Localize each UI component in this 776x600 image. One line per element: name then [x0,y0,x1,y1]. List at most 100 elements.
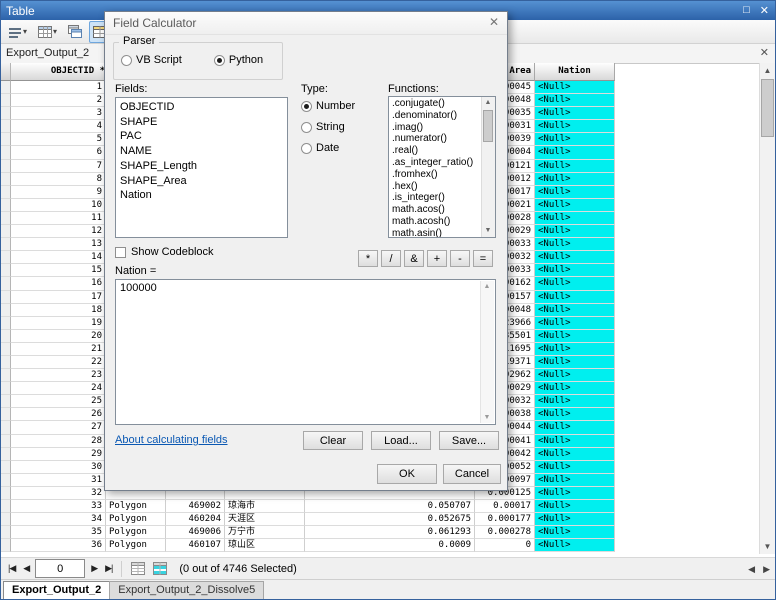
row-selector[interactable] [1,133,11,146]
row-selector[interactable] [1,369,11,382]
dialog-close-icon[interactable]: ✕ [489,15,499,29]
fields-list[interactable]: OBJECTIDSHAPEPACNAMESHAPE_LengthSHAPE_Ar… [115,97,288,238]
scroll-down-icon[interactable]: ▼ [481,412,493,423]
move-first-button[interactable]: |◀ [6,563,17,574]
tab-close-icon[interactable]: ✕ [760,46,769,59]
row-selector[interactable] [1,474,11,487]
table-row[interactable]: 35Polygon469006万宁市0.0612930.000278<Null> [1,526,615,539]
scrollbar-thumb[interactable] [483,110,493,142]
expression-input[interactable]: 100000 ▲ ▼ [115,279,496,425]
row-selector[interactable] [1,173,11,186]
row-selector[interactable] [1,199,11,212]
parser-option[interactable]: VB Script [121,54,182,66]
header-nation[interactable]: Nation [535,63,615,81]
move-previous-button[interactable]: ◀ [21,563,31,574]
function-item[interactable]: .imag() [389,122,482,134]
function-item[interactable]: .hex() [389,181,482,193]
function-item[interactable]: math.acos() [389,204,482,216]
row-selector[interactable] [1,513,11,526]
table-options-button[interactable]: ▾ [4,21,31,43]
scroll-up-icon[interactable]: ▲ [482,97,494,109]
row-selector[interactable] [1,186,11,199]
operator-button[interactable]: * [358,250,378,267]
header-objectid[interactable]: OBJECTID * [11,63,106,81]
row-selector[interactable] [1,160,11,173]
operator-button[interactable]: = [473,250,493,267]
row-selector[interactable] [1,487,11,500]
table-vertical-scrollbar[interactable]: ▲ ▼ [759,63,775,554]
scroll-left-icon[interactable]: ◀ [748,564,755,575]
row-selector[interactable] [1,435,11,448]
save-button[interactable]: Save... [439,431,499,450]
row-selector[interactable] [1,539,11,552]
row-selector[interactable] [1,356,11,369]
row-selector[interactable] [1,94,11,107]
row-selector[interactable] [1,500,11,513]
field-item[interactable]: PAC [116,129,287,144]
operator-button[interactable]: & [404,250,424,267]
field-item[interactable]: SHAPE [116,115,287,130]
parser-option[interactable]: Python [214,54,263,66]
load-button[interactable]: Load... [371,431,431,450]
row-selector[interactable] [1,526,11,539]
table-row[interactable]: 33Polygon469002琼海市0.0507070.00017<Null> [1,500,615,513]
clear-button[interactable]: Clear [303,431,363,450]
table-row[interactable]: 36Polygon460107琼山区0.00090<Null> [1,539,615,552]
cancel-button[interactable]: Cancel [443,464,501,484]
function-item[interactable]: math.acosh() [389,216,482,228]
row-selector[interactable] [1,264,11,277]
row-selector[interactable] [1,120,11,133]
scroll-up-icon[interactable]: ▲ [481,281,493,292]
move-last-button[interactable]: ▶| [103,563,114,574]
field-item[interactable]: Nation [116,188,287,203]
functions-list[interactable]: .conjugate().denominator().imag().numera… [388,96,496,238]
ok-button[interactable]: OK [377,464,437,484]
row-selector[interactable] [1,251,11,264]
row-selector[interactable] [1,81,11,94]
table-row[interactable]: 34Polygon460204天涯区0.0526750.000177<Null> [1,513,615,526]
row-selector[interactable] [1,330,11,343]
show-selected-records-button[interactable] [151,560,169,577]
row-selector[interactable] [1,304,11,317]
row-selector[interactable] [1,421,11,434]
row-selector[interactable] [1,146,11,159]
scrollbar-thumb[interactable] [761,79,774,137]
type-option[interactable]: String [301,121,355,133]
row-selector[interactable] [1,107,11,120]
function-item[interactable]: .denominator() [389,110,482,122]
tab-export-output-2[interactable]: Export_Output_2 [6,47,89,59]
type-option[interactable]: Date [301,142,355,154]
expression-scrollbar[interactable]: ▲ ▼ [480,281,494,423]
bottom-tab[interactable]: Export_Output_2_Dissolve5 [109,581,264,600]
operator-button[interactable]: / [381,250,401,267]
function-item[interactable]: .conjugate() [389,98,482,110]
scroll-down-icon[interactable]: ▼ [482,225,494,237]
row-selector[interactable] [1,448,11,461]
type-option[interactable]: Number [301,100,355,112]
scroll-right-icon[interactable]: ▶ [763,564,770,575]
functions-scrollbar[interactable]: ▲ ▼ [481,97,495,237]
row-selector[interactable] [1,225,11,238]
field-item[interactable]: OBJECTID [116,100,287,115]
show-codeblock-checkbox[interactable]: Show Codeblock [115,246,214,258]
row-selector[interactable] [1,395,11,408]
operator-button[interactable]: - [450,250,470,267]
maximize-icon[interactable]: □ [743,4,750,17]
row-selector[interactable] [1,408,11,421]
row-selector[interactable] [1,291,11,304]
row-selector[interactable] [1,343,11,356]
operator-button[interactable]: + [427,250,447,267]
row-selector[interactable] [1,277,11,290]
row-selector[interactable] [1,238,11,251]
function-item[interactable]: .as_integer_ratio() [389,157,482,169]
move-next-button[interactable]: ▶ [89,563,99,574]
row-selector[interactable] [1,212,11,225]
about-calculating-fields-link[interactable]: About calculating fields [115,434,228,446]
row-selector[interactable] [1,317,11,330]
field-item[interactable]: NAME [116,144,287,159]
scroll-down-icon[interactable]: ▼ [760,539,775,554]
function-item[interactable]: math.asin() [389,228,482,237]
close-icon[interactable]: ✕ [760,4,769,17]
function-item[interactable]: .numerator() [389,133,482,145]
function-item[interactable]: .is_integer() [389,192,482,204]
